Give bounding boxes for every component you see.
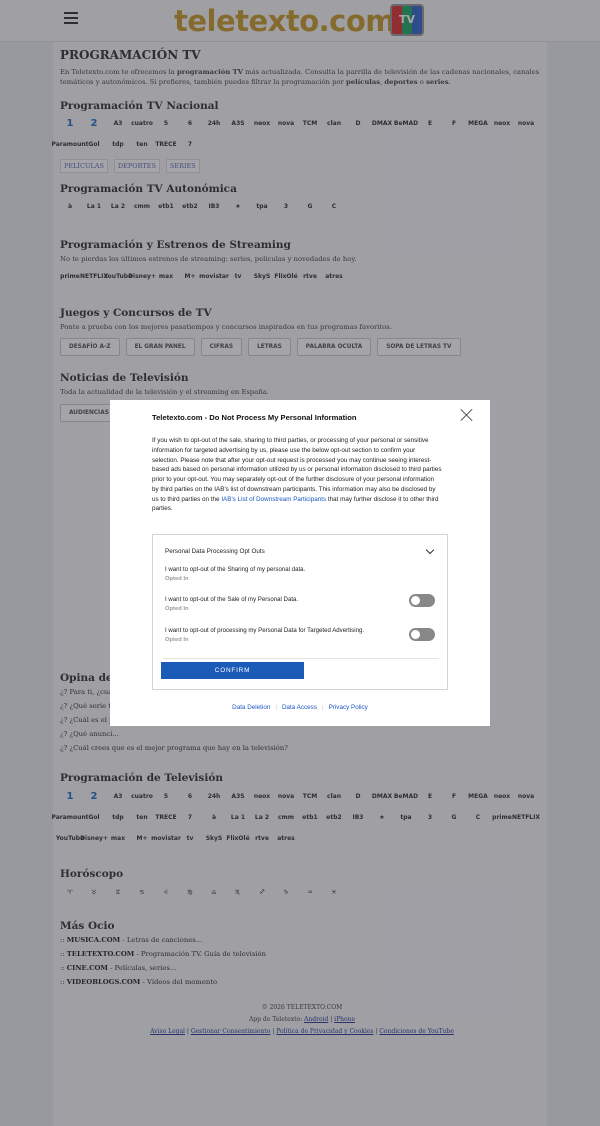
sale-toggle[interactable] <box>409 594 435 607</box>
modal-title: Teletexto.com - Do Not Process My Person… <box>152 413 357 422</box>
data-access-link[interactable]: Data Access <box>282 704 317 711</box>
data-deletion-link[interactable]: Data Deletion <box>232 704 270 711</box>
opt-out-sharing: I want to opt-out of the Sharing of my p… <box>165 566 306 582</box>
chevron-down-icon[interactable] <box>425 545 435 555</box>
opt-out-box: Personal Data Processing Opt Outs I want… <box>152 534 448 690</box>
confirm-button[interactable]: CONFIRM <box>161 662 304 679</box>
privacy-policy-link[interactable]: Privacy Policy <box>329 704 368 711</box>
targeted-toggle[interactable] <box>409 628 435 641</box>
modal-body: If you wish to opt-out of the sale, shar… <box>152 437 442 513</box>
opt-out-targeted: I want to opt-out of processing my Perso… <box>165 627 365 643</box>
modal-links: Data Deletion | Data Access | Privacy Policy <box>232 704 368 711</box>
opt-out-sale: I want to opt-out of the Sale of my Pers… <box>165 596 299 612</box>
iab-list-link[interactable]: IAB's List of Downstream Participants <box>221 496 326 503</box>
privacy-modal: Teletexto.com - Do Not Process My Person… <box>110 400 490 726</box>
close-icon[interactable] <box>459 407 475 423</box>
divider <box>163 658 439 659</box>
opt-out-box-title: Personal Data Processing Opt Outs <box>165 548 265 555</box>
